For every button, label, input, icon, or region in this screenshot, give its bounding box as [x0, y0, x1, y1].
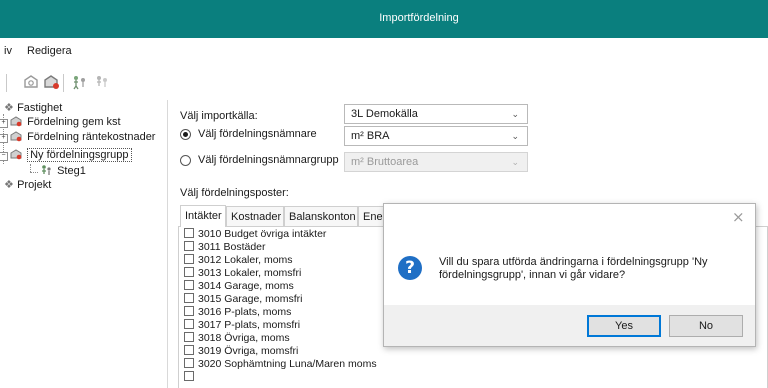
- tree-item-label: Ny fördelningsgrupp: [27, 148, 132, 162]
- question-icon: ?: [398, 256, 422, 280]
- list-item[interactable]: 3016 P-plats, moms: [184, 306, 291, 319]
- close-icon[interactable]: ×: [732, 208, 745, 226]
- list-item[interactable]: 3019 Övriga, momsfri: [184, 345, 298, 358]
- list-item[interactable]: 3018 Övriga, moms: [184, 332, 290, 345]
- toolbar-separator: [63, 74, 64, 92]
- tree-item-fordelning-gem-kst[interactable]: Fördelning gem kst: [10, 115, 121, 130]
- dialog-message-line: Vill du spara utförda ändringarna i förd…: [439, 256, 708, 268]
- menu-bar: [0, 38, 768, 64]
- source-label: Välj importkälla:: [180, 110, 258, 122]
- toolbar-separator: [6, 74, 7, 92]
- denominator-select[interactable]: m² BRA ⌄: [344, 126, 528, 146]
- tree-item-fastighet[interactable]: ❖ Fastighet: [4, 101, 62, 116]
- tree-line: [30, 172, 38, 173]
- checkbox[interactable]: [184, 254, 194, 264]
- tree-item-ny-fordelningsgrupp[interactable]: Ny fördelningsgrupp: [10, 148, 132, 163]
- distribution-icon: [10, 148, 24, 163]
- step-icon[interactable]: [92, 72, 112, 92]
- checkbox[interactable]: [184, 267, 194, 277]
- yes-button[interactable]: Yes: [587, 315, 661, 337]
- step-icon: [40, 164, 54, 179]
- list-item[interactable]: 3015 Garage, momsfri: [184, 293, 302, 306]
- checkbox[interactable]: [184, 358, 194, 368]
- chevron-down-icon: ⌄: [511, 109, 519, 119]
- list-item[interactable]: 3011 Bostäder: [184, 241, 266, 254]
- expand-toggle[interactable]: +: [0, 134, 8, 143]
- expand-toggle[interactable]: +: [0, 119, 8, 128]
- dialog-message-line: fördelningsgrupp', innan vi går vidare?: [439, 269, 626, 281]
- denominator-label: Välj fördelningsnämnare: [198, 128, 317, 140]
- building-gear-icon[interactable]: [22, 72, 42, 92]
- checkbox[interactable]: [184, 228, 194, 238]
- posts-label: Välj fördelningsposter:: [180, 187, 289, 199]
- list-item[interactable]: 3017 P-plats, momsfri: [184, 319, 300, 332]
- list-item[interactable]: 3010 Budget övriga intäkter: [184, 228, 326, 241]
- source-select-value: 3L Demokälla: [351, 108, 418, 120]
- list-item[interactable]: 3012 Lokaler, moms: [184, 254, 293, 267]
- checkbox[interactable]: [184, 306, 194, 316]
- building-red-icon[interactable]: [42, 72, 62, 92]
- tree-item-steg1[interactable]: Steg1: [40, 164, 86, 179]
- group-select-value: m² Bruttoarea: [351, 156, 419, 168]
- window-title: Importfördelning: [379, 12, 459, 24]
- checkbox[interactable]: [184, 293, 194, 303]
- group-select: m² Bruttoarea ⌄: [344, 152, 528, 172]
- chevron-down-icon: ⌄: [511, 131, 519, 141]
- menu-item-arkiv[interactable]: iv: [4, 45, 12, 57]
- step-run-icon[interactable]: [70, 72, 90, 92]
- collapse-toggle[interactable]: −: [0, 152, 8, 161]
- group-label: Välj fördelningsnämnargrupp: [198, 154, 339, 166]
- building-icon: ❖: [4, 102, 14, 114]
- tree-line: [30, 164, 31, 172]
- list-item[interactable]: 3013 Lokaler, momsfri: [184, 267, 301, 280]
- distribution-icon: [10, 115, 24, 130]
- checkbox[interactable]: [184, 241, 194, 251]
- denominator-radio[interactable]: [180, 129, 191, 140]
- tree-item-fordelning-rantekostnader[interactable]: Fördelning räntekostnader: [10, 130, 155, 145]
- tree-item-projekt[interactable]: ❖ Projekt: [4, 178, 51, 193]
- source-select[interactable]: 3L Demokälla ⌄: [344, 104, 528, 124]
- list-item[interactable]: 3014 Garage, moms: [184, 280, 294, 293]
- project-icon: ❖: [4, 179, 14, 191]
- checkbox[interactable]: [184, 332, 194, 342]
- checkbox[interactable]: [184, 280, 194, 290]
- dialog-message: Vill du spara utförda ändringarna i förd…: [439, 256, 749, 282]
- denominator-select-value: m² BRA: [351, 130, 390, 142]
- list-item[interactable]: [184, 371, 198, 385]
- checkbox[interactable]: [184, 371, 194, 381]
- menu-item-redigera[interactable]: Redigera: [27, 45, 72, 57]
- no-button[interactable]: No: [669, 315, 743, 337]
- group-radio[interactable]: [180, 155, 191, 166]
- checkbox[interactable]: [184, 345, 194, 355]
- tab-kostnader[interactable]: Kostnader: [226, 206, 284, 226]
- tab-intakter[interactable]: Intäkter: [180, 205, 226, 227]
- distribution-icon: [10, 130, 24, 145]
- list-item[interactable]: 3020 Sophämtning Luna/Maren moms: [184, 358, 377, 371]
- tab-balanskonton[interactable]: Balanskonton: [284, 206, 358, 226]
- checkbox[interactable]: [184, 319, 194, 329]
- chevron-down-icon: ⌄: [511, 157, 519, 167]
